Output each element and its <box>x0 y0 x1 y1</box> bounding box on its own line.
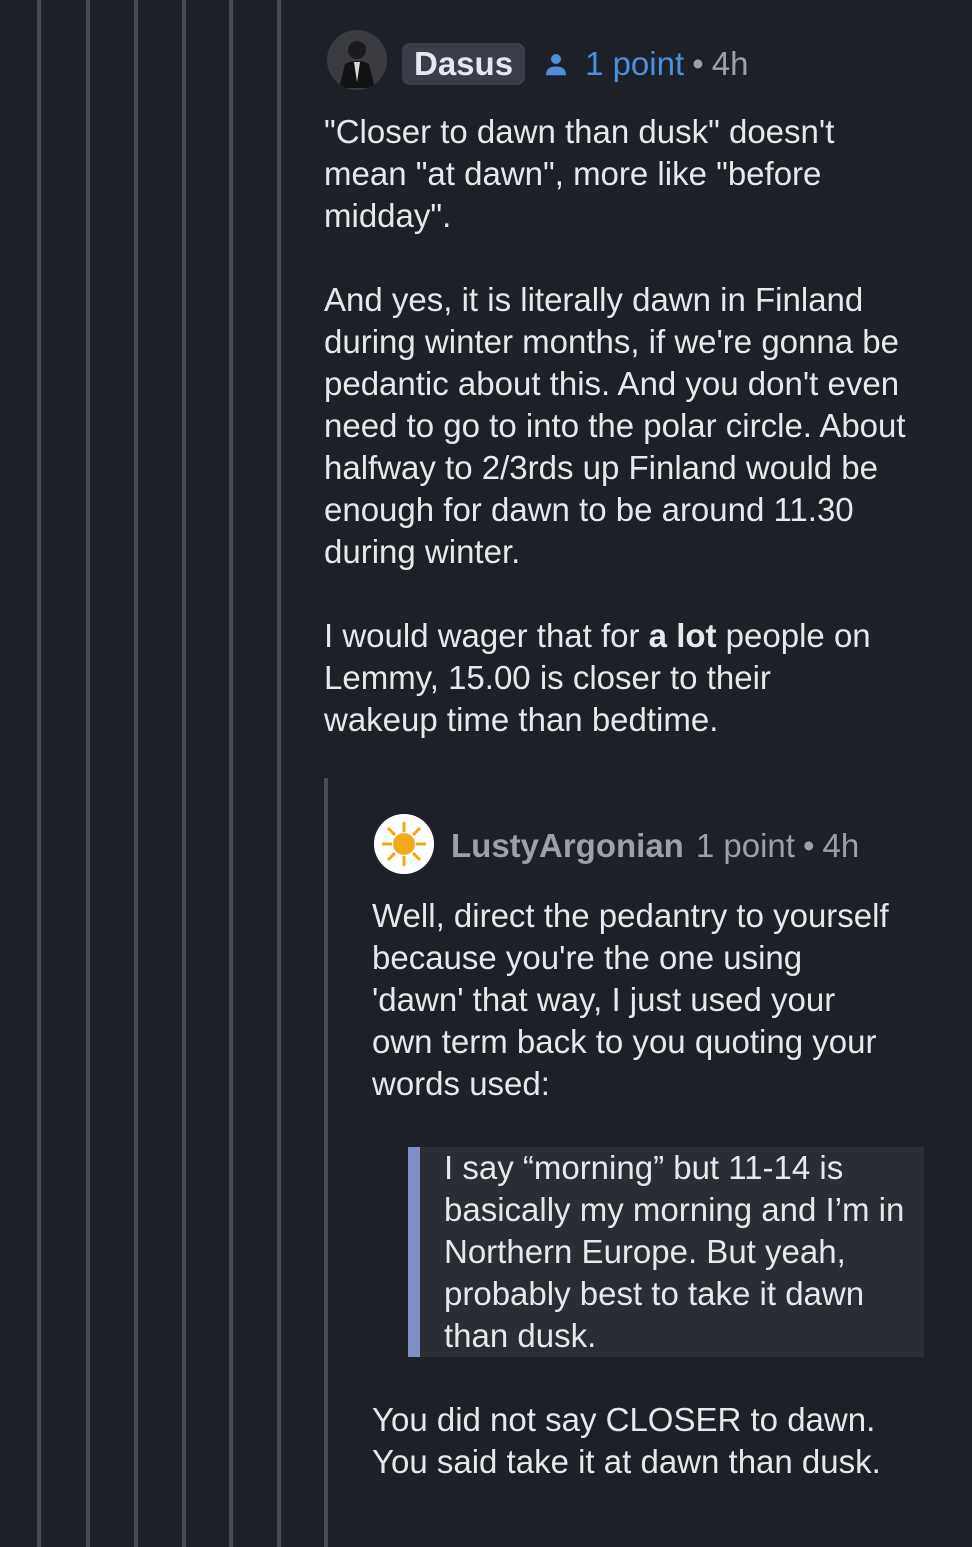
comment-age[interactable]: 4h <box>712 45 749 83</box>
blockquote: I say “morning” but 11-14 is basically m… <box>408 1147 924 1357</box>
thread-depth-line[interactable] <box>86 0 90 1547</box>
reply-depth-line[interactable] <box>324 778 328 1547</box>
comment-body: "Closer to dawn than dusk" doesn't mean … <box>324 111 924 741</box>
avatar[interactable] <box>374 814 434 874</box>
comment-paragraph: "Closer to dawn than dusk" doesn't mean … <box>324 113 835 234</box>
comment-score[interactable]: 1 point <box>585 45 684 83</box>
comment-paragraph: And yes, it is literally dawn in Finland… <box>324 281 906 570</box>
thread-depth-line[interactable] <box>182 0 186 1547</box>
username-link[interactable]: Dasus <box>402 43 526 85</box>
thread-depth-line[interactable] <box>134 0 138 1547</box>
text-span: I would wager that for <box>324 617 649 654</box>
user-avatar-icon <box>327 30 387 90</box>
thread-depth-line[interactable] <box>229 0 233 1547</box>
reply-paragraph: Well, direct the pedantry to yourself be… <box>372 897 889 1102</box>
reply-header: LustyArgonian 1 point • 4h <box>451 827 859 865</box>
reply-age[interactable]: 4h <box>823 827 860 865</box>
reply-paragraph: You did not say CLOSER to dawn. You said… <box>372 1401 881 1480</box>
bold-text: a lot <box>648 617 717 654</box>
reply-body: Well, direct the pedantry to yourself be… <box>372 895 902 1105</box>
quote-text: I say “morning” but 11-14 is basically m… <box>444 1149 905 1354</box>
separator-dot: • <box>692 45 704 82</box>
reply-score[interactable]: 1 point <box>696 827 795 865</box>
thread-depth-line[interactable] <box>277 0 281 1547</box>
separator-dot: • <box>802 827 815 864</box>
thread-depth-line[interactable] <box>37 0 41 1547</box>
comment-paragraph: I would wager that for a lot people on L… <box>324 615 884 741</box>
sun-icon <box>374 814 434 874</box>
person-icon <box>541 49 571 79</box>
reply-body-continued: You did not say CLOSER to dawn. You said… <box>372 1399 912 1483</box>
avatar[interactable] <box>327 30 387 90</box>
username-link[interactable]: LustyArgonian <box>451 827 684 865</box>
comment-header: Dasus 1 point • 4h <box>402 43 748 85</box>
